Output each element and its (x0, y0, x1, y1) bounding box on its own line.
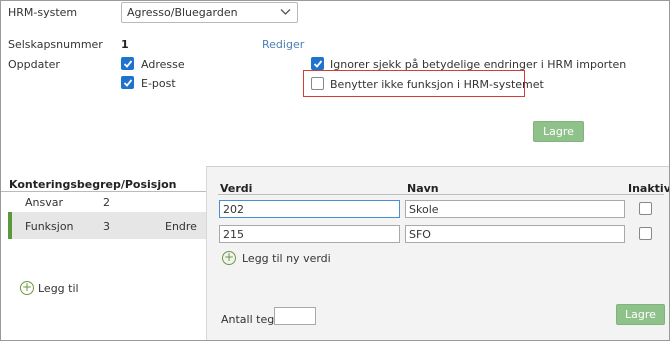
check-icon (123, 79, 133, 87)
edit-funksjon-link[interactable]: Endre (165, 220, 197, 233)
value-input-1[interactable]: 202 (219, 200, 400, 218)
value-input-2[interactable]: 215 (219, 225, 400, 243)
hrm-system-label: HRM-system (8, 6, 78, 19)
inactive-checkbox-2[interactable] (639, 227, 652, 240)
plus-icon[interactable]: + (20, 281, 34, 295)
value-input-1-text: 202 (223, 203, 244, 216)
name-input-2-text: SFO (409, 228, 431, 241)
add-value-link[interactable]: Legg til ny verdi (242, 252, 331, 265)
plus-icon[interactable]: + (222, 251, 236, 265)
address-checkbox[interactable] (121, 57, 134, 70)
check-icon (123, 60, 133, 68)
no-function-label: Benytter ikke funksjon i HRM-systemet (330, 78, 544, 91)
hrm-system-select[interactable]: Agresso/Bluegarden (121, 2, 298, 23)
column-header-divider (218, 194, 664, 195)
check-icon (313, 60, 323, 68)
hrm-system-value: Agresso/Bluegarden (127, 6, 238, 19)
name-input-1-text: Skole (409, 203, 439, 216)
row-ansvar-name: Ansvar (25, 196, 64, 209)
email-label: E-post (141, 77, 176, 90)
account-terms-title: Konteringsbegrep/Posisjon (9, 178, 177, 191)
no-function-checkbox[interactable] (311, 77, 324, 90)
email-checkbox[interactable] (121, 76, 134, 89)
char-count-label: Antall tegn (221, 313, 282, 326)
char-count-input[interactable] (274, 307, 316, 325)
company-number-label: Selskapsnummer (8, 38, 103, 51)
address-label: Adresse (141, 58, 185, 71)
save-button-bottom[interactable]: Lagre (616, 304, 665, 325)
edit-link[interactable]: Rediger (262, 38, 304, 51)
value-input-2-text: 215 (223, 228, 244, 241)
add-term-link[interactable]: Legg til (38, 282, 79, 295)
update-label: Oppdater (8, 58, 60, 71)
row-funksjon-pos: 3 (103, 220, 110, 233)
chevron-down-icon (280, 6, 291, 20)
row-funksjon-name: Funksjon (25, 220, 74, 233)
name-input-2[interactable]: SFO (405, 225, 625, 243)
ignore-check-checkbox[interactable] (311, 57, 324, 70)
row-ansvar-pos: 2 (103, 196, 110, 209)
company-number-value: 1 (121, 38, 129, 51)
inactive-checkbox-1[interactable] (639, 202, 652, 215)
save-button-top[interactable]: Lagre (533, 121, 584, 142)
name-input-1[interactable]: Skole (405, 200, 625, 218)
